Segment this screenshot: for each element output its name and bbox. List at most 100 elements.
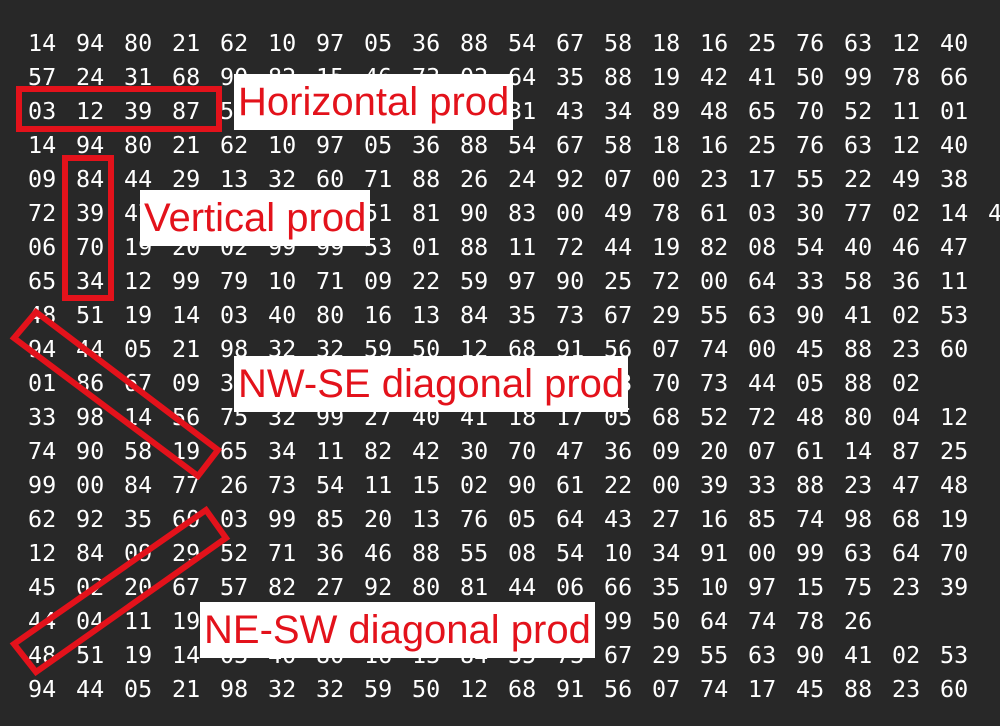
grid-cell: 12 [892, 29, 921, 57]
grid-cell: 02 [892, 369, 921, 397]
grid-cell: 91 [556, 675, 585, 703]
grid-row: 62 92 35 60 03 99 85 20 13 76 05 64 43 27 16 85 74 98 68 19 [28, 502, 978, 536]
grid-cell: 03 [748, 199, 777, 227]
grid-cell: 03 [220, 301, 249, 329]
grid-cell: 10 [604, 539, 633, 567]
grid-cell: 90 [796, 641, 825, 669]
grid-cell: 99 [172, 267, 201, 295]
grid-cell: 16 [364, 301, 393, 329]
grid-cell: 16 [700, 29, 729, 57]
grid-cell: 62 [220, 29, 249, 57]
grid-cell: 35 [508, 301, 537, 329]
grid-cell: 05 [124, 675, 153, 703]
grid-cell: 88 [844, 675, 873, 703]
grid-cell: 72 [652, 267, 681, 295]
grid-cell: 67 [124, 369, 153, 397]
grid-cell: 10 [268, 131, 297, 159]
grid-cell: 26 [220, 471, 249, 499]
grid-cell: 87 [892, 437, 921, 465]
grid-cell: 60 [940, 335, 969, 363]
grid-cell: 97 [748, 573, 777, 601]
grid-cell: 36 [892, 267, 921, 295]
grid-cell: 77 [844, 199, 873, 227]
grid-cell: 22 [604, 471, 633, 499]
grid-cell: 05 [508, 505, 537, 533]
grid-cell: 00 [748, 335, 777, 363]
grid-cell: 22 [844, 165, 873, 193]
grid-cell: 11 [316, 437, 345, 465]
grid-cell: 82 [268, 573, 297, 601]
grid-cell: 52 [700, 403, 729, 431]
grid-cell: 75 [844, 573, 873, 601]
grid-cell: 88 [460, 131, 489, 159]
grid-cell: 00 [652, 471, 681, 499]
grid-cell: 80 [124, 131, 153, 159]
grid-cell: 56 [604, 675, 633, 703]
grid-cell: 38 [940, 165, 969, 193]
grid-cell: 99 [28, 471, 57, 499]
grid-row: 74 90 58 19 65 34 11 82 42 30 70 47 36 09 20 07 61 14 87 25 [28, 434, 978, 468]
grid-cell: 05 [796, 369, 825, 397]
grid-cell: 50 [652, 607, 681, 635]
grid-cell: 45 [28, 573, 57, 601]
grid-cell: 01 [412, 233, 441, 261]
grid-cell: 35 [556, 63, 585, 91]
grid-cell: 05 [124, 335, 153, 363]
grid-cell: 88 [796, 471, 825, 499]
grid-cell: 26 [460, 165, 489, 193]
grid-cell: 68 [652, 403, 681, 431]
grid-cell: 85 [748, 505, 777, 533]
grid-cell: 43 [604, 505, 633, 533]
grid-cell: 48 [28, 641, 57, 669]
grid-cell: 50 [796, 63, 825, 91]
grid-cell: 63 [748, 301, 777, 329]
grid-cell: 44 [604, 233, 633, 261]
grid-cell: 47 [940, 233, 969, 261]
grid-cell: 61 [796, 437, 825, 465]
grid-cell: 14 [124, 403, 153, 431]
grid-cell: 92 [76, 505, 105, 533]
grid-cell: 50 [412, 675, 441, 703]
grid-cell: 11 [940, 267, 969, 295]
grid-cell: 80 [412, 573, 441, 601]
vertical-highlight-frame [62, 155, 114, 301]
grid-cell: 03 [220, 505, 249, 533]
grid-cell: 60 [940, 675, 969, 703]
grid-cell: 46 [364, 539, 393, 567]
grid-cell: 70 [796, 97, 825, 125]
grid-cell: 84 [76, 539, 105, 567]
grid-cell: 00 [76, 471, 105, 499]
grid-cell: 63 [844, 539, 873, 567]
grid-cell: 67 [172, 573, 201, 601]
grid-cell: 41 [748, 63, 777, 91]
grid-cell: 43 [556, 97, 585, 125]
grid-cell: 34 [268, 437, 297, 465]
grid-cell: 78 [652, 199, 681, 227]
grid-cell: 90 [76, 437, 105, 465]
grid-cell: 16 [700, 505, 729, 533]
grid-cell: 20 [124, 573, 153, 601]
grid-cell: 40 [268, 301, 297, 329]
grid-cell: 14 [172, 301, 201, 329]
grid-cell: 12 [124, 267, 153, 295]
grid-cell: 48 [796, 403, 825, 431]
grid-cell: 52 [220, 539, 249, 567]
grid-cell: 32 [316, 675, 345, 703]
grid-cell: 59 [460, 267, 489, 295]
grid-cell: 14 [940, 199, 969, 227]
grid-cell: 98 [76, 403, 105, 431]
grid-cell: 61 [556, 471, 585, 499]
grid-cell: 02 [460, 471, 489, 499]
grid-cell: 26 [844, 607, 873, 635]
grid-cell: 53 [940, 641, 969, 669]
grid-cell: 33 [28, 403, 57, 431]
grid-cell: 08 [508, 539, 537, 567]
grid-cell: 78 [796, 607, 825, 635]
grid-cell: 78 [892, 63, 921, 91]
grid-cell: 72 [748, 403, 777, 431]
grid-cell: 48 [700, 97, 729, 125]
grid-cell: 62 [220, 131, 249, 159]
grid-cell: 73 [700, 369, 729, 397]
grid-cell: 81 [412, 199, 441, 227]
grid-cell: 19 [940, 505, 969, 533]
